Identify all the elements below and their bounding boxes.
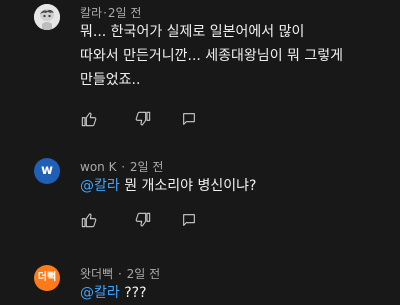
mention-link[interactable]: @칼라 [80, 285, 120, 301]
comment-body: ??? [119, 285, 147, 301]
comment-author[interactable]: won K [80, 160, 116, 174]
comment-text: 뭐... 한국어가 실제로 일본어에서 많이 따와서 만든거니깐... 세종대왕… [80, 20, 343, 92]
comment-text-line: 따와서 만든거니깐... 세종대왕님이 뭐 그렇게 [80, 48, 343, 64]
avatar-letter: w [40, 163, 53, 178]
comment-text: @칼라 ??? [80, 281, 147, 305]
thumb-down-icon [135, 111, 151, 126]
comment-text-line: 만들었죠.. [80, 72, 141, 88]
comment-item: 칼라·2일 전 뭐... 한국어가 실제로 일본어에서 많이 따와서 만든거니깐… [0, 0, 400, 135]
reply-icon [183, 214, 195, 226]
reply-button[interactable] [180, 211, 198, 229]
comment-text: @칼라 뭔 개소리야 병신이냐? [80, 174, 256, 198]
comment-author[interactable]: 왓더뻑 [80, 267, 113, 281]
comment-item: 더뻑 왓더뻑 · 2일 전 @칼라 ??? [0, 260, 400, 301]
comment-actions [80, 110, 198, 128]
dislike-button[interactable] [134, 211, 152, 229]
thumb-up-icon [81, 213, 97, 228]
comment-item: w won K · 2일 전 @칼라 뭔 개소리야 병신이냐? [0, 150, 400, 250]
like-button[interactable] [80, 211, 98, 229]
avatar-image-icon [34, 4, 60, 30]
comment-time[interactable]: 2일 전 [127, 267, 161, 281]
like-button[interactable] [80, 110, 98, 128]
reply-icon [183, 113, 195, 125]
comment-time[interactable]: 2일 전 [130, 160, 164, 174]
mention-link[interactable]: @칼라 [80, 178, 120, 194]
reply-button[interactable] [180, 110, 198, 128]
thumb-up-icon [81, 112, 97, 127]
avatar[interactable]: 더뻑 [34, 265, 60, 291]
avatar-label: 더뻑 [37, 272, 57, 283]
comment-time[interactable]: 2일 전 [108, 6, 142, 20]
avatar[interactable]: w [34, 158, 60, 184]
thumb-down-icon [135, 212, 151, 227]
comment-author[interactable]: 칼라 [80, 6, 102, 20]
comment-meta: 칼라·2일 전 [80, 6, 142, 20]
comment-meta: 왓더뻑 · 2일 전 [80, 267, 161, 281]
comment-actions [80, 211, 198, 229]
comment-body: 뭔 개소리야 병신이냐? [119, 178, 257, 194]
dislike-button[interactable] [134, 110, 152, 128]
comment-meta: won K · 2일 전 [80, 160, 164, 174]
comment-text-line: 뭐... 한국어가 실제로 일본어에서 많이 [80, 24, 305, 40]
avatar[interactable] [34, 4, 60, 30]
